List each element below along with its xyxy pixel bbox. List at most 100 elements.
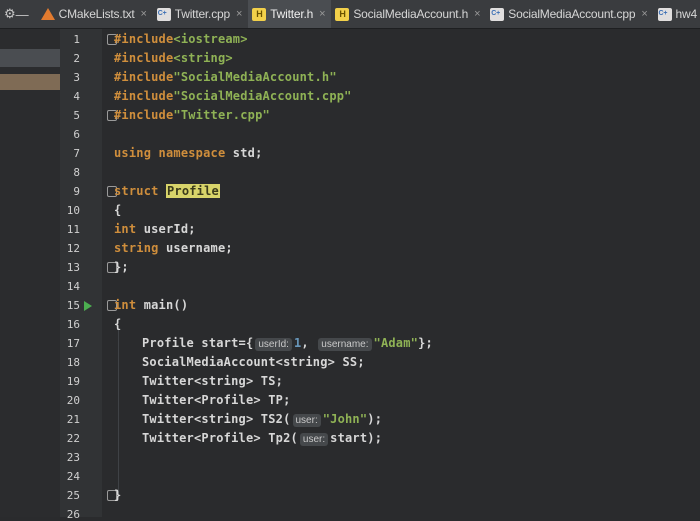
tab-socialmediaaccount-cpp[interactable]: SocialMediaAccount.cpp × [486, 0, 653, 28]
string-literal: "John" [322, 412, 368, 426]
line-number: 22 [66, 432, 80, 445]
parameter-hint: user: [299, 433, 329, 446]
highlighted-identifier: Profile [165, 184, 220, 198]
code-line[interactable]: #include"SocialMediaAccount.cpp" [114, 89, 352, 103]
line-number: 1 [73, 33, 80, 46]
statement: Twitter<string> TS2( [142, 412, 291, 426]
tab-hw4[interactable]: hw4 [654, 0, 700, 28]
tab-label: Twitter.cpp [174, 7, 230, 21]
close-icon[interactable]: × [474, 8, 480, 20]
line-number: 24 [66, 470, 80, 483]
collapse-dash-icon[interactable]: — [16, 0, 29, 28]
project-tree-highlight[interactable] [0, 74, 60, 90]
code-line[interactable]: Profile start={userId: 1, username: "Adam"… [142, 336, 433, 351]
code-line[interactable]: }; [114, 260, 129, 274]
code-line[interactable]: struct Profile [114, 184, 220, 198]
tab-cmakelists[interactable]: CMakeLists.txt × [37, 0, 153, 28]
header-file-icon [335, 7, 350, 21]
line-number: 2 [73, 52, 80, 65]
keyword: string [114, 241, 159, 255]
include-target: "SocialMediaAccount.cpp" [173, 89, 352, 103]
code-line[interactable]: Twitter<string> TS; [142, 374, 283, 388]
tab-twitter-cpp[interactable]: Twitter.cpp × [153, 0, 248, 28]
preprocessor-directive: #include [114, 32, 174, 46]
identifier: std; [225, 146, 263, 160]
run-main-icon[interactable] [84, 301, 92, 311]
cmake-icon [40, 8, 55, 20]
line-number: 23 [66, 451, 80, 464]
line-number: 17 [66, 337, 80, 350]
statement: Profile start={ [142, 336, 254, 350]
identifier: start); [330, 431, 383, 445]
brace: { [114, 317, 122, 331]
brace: } [114, 488, 122, 502]
include-target: <iostream> [173, 32, 248, 46]
keyword: int [114, 298, 137, 312]
line-number: 20 [66, 394, 80, 407]
code-line[interactable]: #include"SocialMediaAccount.h" [114, 70, 337, 84]
indent-guide [118, 329, 119, 494]
line-number: 26 [66, 508, 80, 521]
project-tree-selection[interactable] [0, 49, 60, 67]
line-number: 14 [66, 280, 80, 293]
close-icon[interactable]: × [141, 8, 147, 20]
line-number: 15 [66, 299, 80, 312]
code-line[interactable]: using namespace std; [114, 146, 263, 160]
close-icon[interactable]: × [319, 8, 325, 20]
identifier: userId; [136, 222, 196, 236]
statement: Twitter<string> TS; [142, 374, 284, 388]
code-line[interactable]: { [114, 203, 121, 217]
code-line[interactable]: Twitter<Profile> TP; [142, 393, 291, 407]
code-line[interactable]: Twitter<Profile> Tp2(user: start); [142, 431, 382, 446]
code-line[interactable]: Twitter<string> TS2(user: "John"); [142, 412, 382, 427]
cpp-file-icon [657, 7, 672, 21]
statement: SocialMediaAccount<string> SS; [142, 355, 365, 369]
statement: Twitter<Profile> Tp2( [142, 431, 298, 445]
settings-gear-icon[interactable]: ⚙ [4, 0, 16, 28]
line-number: 21 [66, 413, 80, 426]
preprocessor-directive: #include [114, 70, 174, 84]
keyword: int [114, 222, 137, 236]
code-line[interactable]: #include"Twitter.cpp" [114, 108, 270, 122]
statement: Twitter<Profile> TP; [142, 393, 291, 407]
line-number: 7 [73, 147, 80, 160]
code-line[interactable]: int main() [114, 298, 188, 312]
punctuation: , [301, 336, 309, 350]
code-line[interactable]: int userId; [114, 222, 196, 236]
tab-twitter-h[interactable]: Twitter.h × [248, 0, 332, 28]
identifier: username; [158, 241, 233, 255]
code-line[interactable]: string username; [114, 241, 233, 255]
header-file-icon [252, 7, 267, 21]
tab-label: SocialMediaAccount.cpp [508, 7, 636, 21]
tab-socialmediaaccount-h[interactable]: SocialMediaAccount.h × [331, 0, 486, 28]
identifier: main() [136, 298, 189, 312]
code-line[interactable]: #include<string> [114, 51, 233, 65]
close-icon[interactable]: × [236, 8, 242, 20]
code-line[interactable]: #include<iostream> [114, 32, 248, 46]
line-number: 8 [73, 166, 80, 179]
tab-label: Twitter.h [270, 7, 314, 21]
preprocessor-directive: #include [114, 51, 174, 65]
preprocessor-directive: #include [114, 108, 174, 122]
tab-label: hw4 [675, 7, 698, 21]
include-target: "SocialMediaAccount.h" [173, 70, 337, 84]
preprocessor-directive: #include [114, 89, 174, 103]
editor-tab-bar: ⚙ — CMakeLists.txt × Twitter.cpp × Twitt… [0, 0, 700, 29]
close-icon[interactable]: × [641, 8, 647, 20]
line-number-gutter: 1 2 3 4 5 6 7 8 9 10 11 12 13 14 15 16 1… [60, 29, 117, 521]
include-target: <string> [173, 51, 233, 65]
code-line[interactable]: SocialMediaAccount<string> SS; [142, 355, 365, 369]
brace: { [114, 203, 122, 217]
line-number: 5 [73, 109, 80, 122]
line-number: 6 [73, 128, 80, 141]
tab-label: SocialMediaAccount.h [353, 7, 469, 21]
code-line[interactable]: { [114, 317, 121, 331]
tab-label: CMakeLists.txt [58, 7, 135, 21]
parameter-hint: username: [318, 338, 372, 351]
punctuation: ); [367, 412, 383, 426]
code-editor[interactable]: #include<iostream> #include<string> #inc… [102, 29, 700, 517]
code-line[interactable]: } [114, 488, 121, 502]
line-number: 3 [73, 71, 80, 84]
keyword: using namespace [114, 146, 226, 160]
punctuation: }; [418, 336, 433, 350]
